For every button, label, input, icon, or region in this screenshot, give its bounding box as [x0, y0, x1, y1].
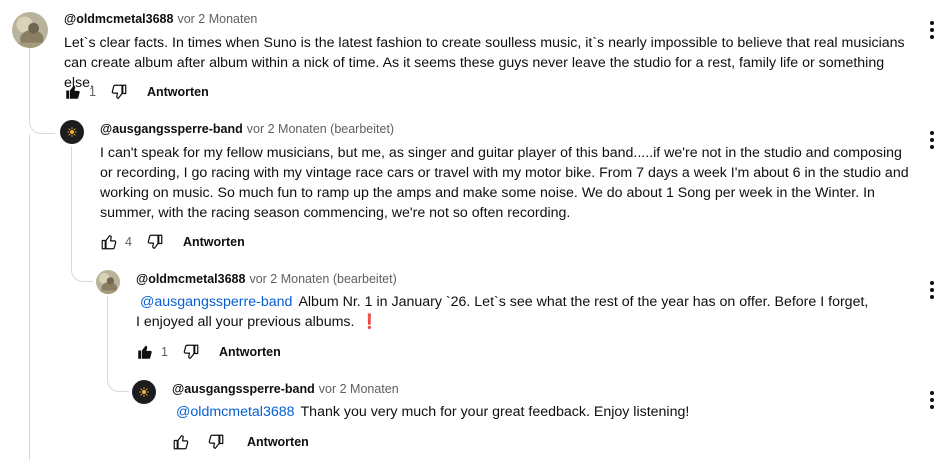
comment-actions: 1 Antworten: [64, 82, 209, 102]
comment-text: @ausgangssperre-band Album Nr. 1 in Janua…: [136, 292, 876, 332]
reply-button[interactable]: Antworten: [147, 85, 209, 99]
exclamation-emoji: ❗: [360, 314, 379, 330]
like-icon[interactable]: [100, 233, 118, 251]
comment-author[interactable]: @oldmcmetal3688: [64, 12, 173, 26]
more-options-icon[interactable]: [923, 391, 941, 411]
thread-line: [29, 48, 55, 134]
comment-timestamp[interactable]: vor 2 Monaten (bearbeitet): [247, 122, 394, 136]
reply-button[interactable]: Antworten: [219, 345, 281, 359]
comment-timestamp[interactable]: vor 2 Monaten: [177, 12, 257, 26]
dislike-icon[interactable]: [146, 233, 164, 251]
reply-button[interactable]: Antworten: [247, 435, 309, 449]
thread-line: [29, 134, 30, 460]
dislike-icon[interactable]: [110, 83, 128, 101]
comment-author[interactable]: @ausgangssperre-band: [100, 122, 243, 136]
mention-link[interactable]: @ausgangssperre-band: [140, 294, 292, 310]
like-filled-icon[interactable]: [64, 83, 82, 101]
user-avatar[interactable]: [12, 12, 48, 48]
comment-message: Thank you very much for your great feedb…: [300, 404, 690, 420]
like-count: 4: [125, 235, 132, 249]
dislike-icon[interactable]: [207, 433, 225, 451]
comment-timestamp[interactable]: vor 2 Monaten: [319, 382, 399, 396]
comment-timestamp[interactable]: vor 2 Monaten (bearbeitet): [249, 272, 396, 286]
reply-button[interactable]: Antworten: [183, 235, 245, 249]
user-avatar[interactable]: [96, 270, 120, 294]
mention-link[interactable]: @oldmcmetal3688: [176, 404, 295, 420]
comment-author[interactable]: @ausgangssperre-band: [172, 382, 315, 396]
like-icon[interactable]: [172, 433, 190, 451]
thread-line: [71, 146, 93, 282]
comment-actions: 1 Antworten: [136, 342, 281, 362]
band-avatar[interactable]: [60, 120, 84, 144]
comment-author[interactable]: @oldmcmetal3688: [136, 272, 245, 286]
more-options-icon[interactable]: [923, 131, 941, 151]
like-count: 1: [89, 85, 96, 99]
like-count: 1: [161, 345, 168, 359]
comment-actions: Antworten: [172, 432, 309, 452]
comment-text: I can't speak for my fellow musicians, b…: [100, 145, 909, 221]
like-filled-icon[interactable]: [136, 343, 154, 361]
comment-actions: 4 Antworten: [100, 232, 245, 252]
thread-line: [107, 296, 129, 392]
comment-text: @oldmcmetal3688 Thank you very much for y…: [172, 402, 892, 422]
band-avatar[interactable]: [132, 380, 156, 404]
dislike-icon[interactable]: [182, 343, 200, 361]
more-options-icon[interactable]: [923, 21, 941, 41]
more-options-icon[interactable]: [923, 281, 941, 301]
